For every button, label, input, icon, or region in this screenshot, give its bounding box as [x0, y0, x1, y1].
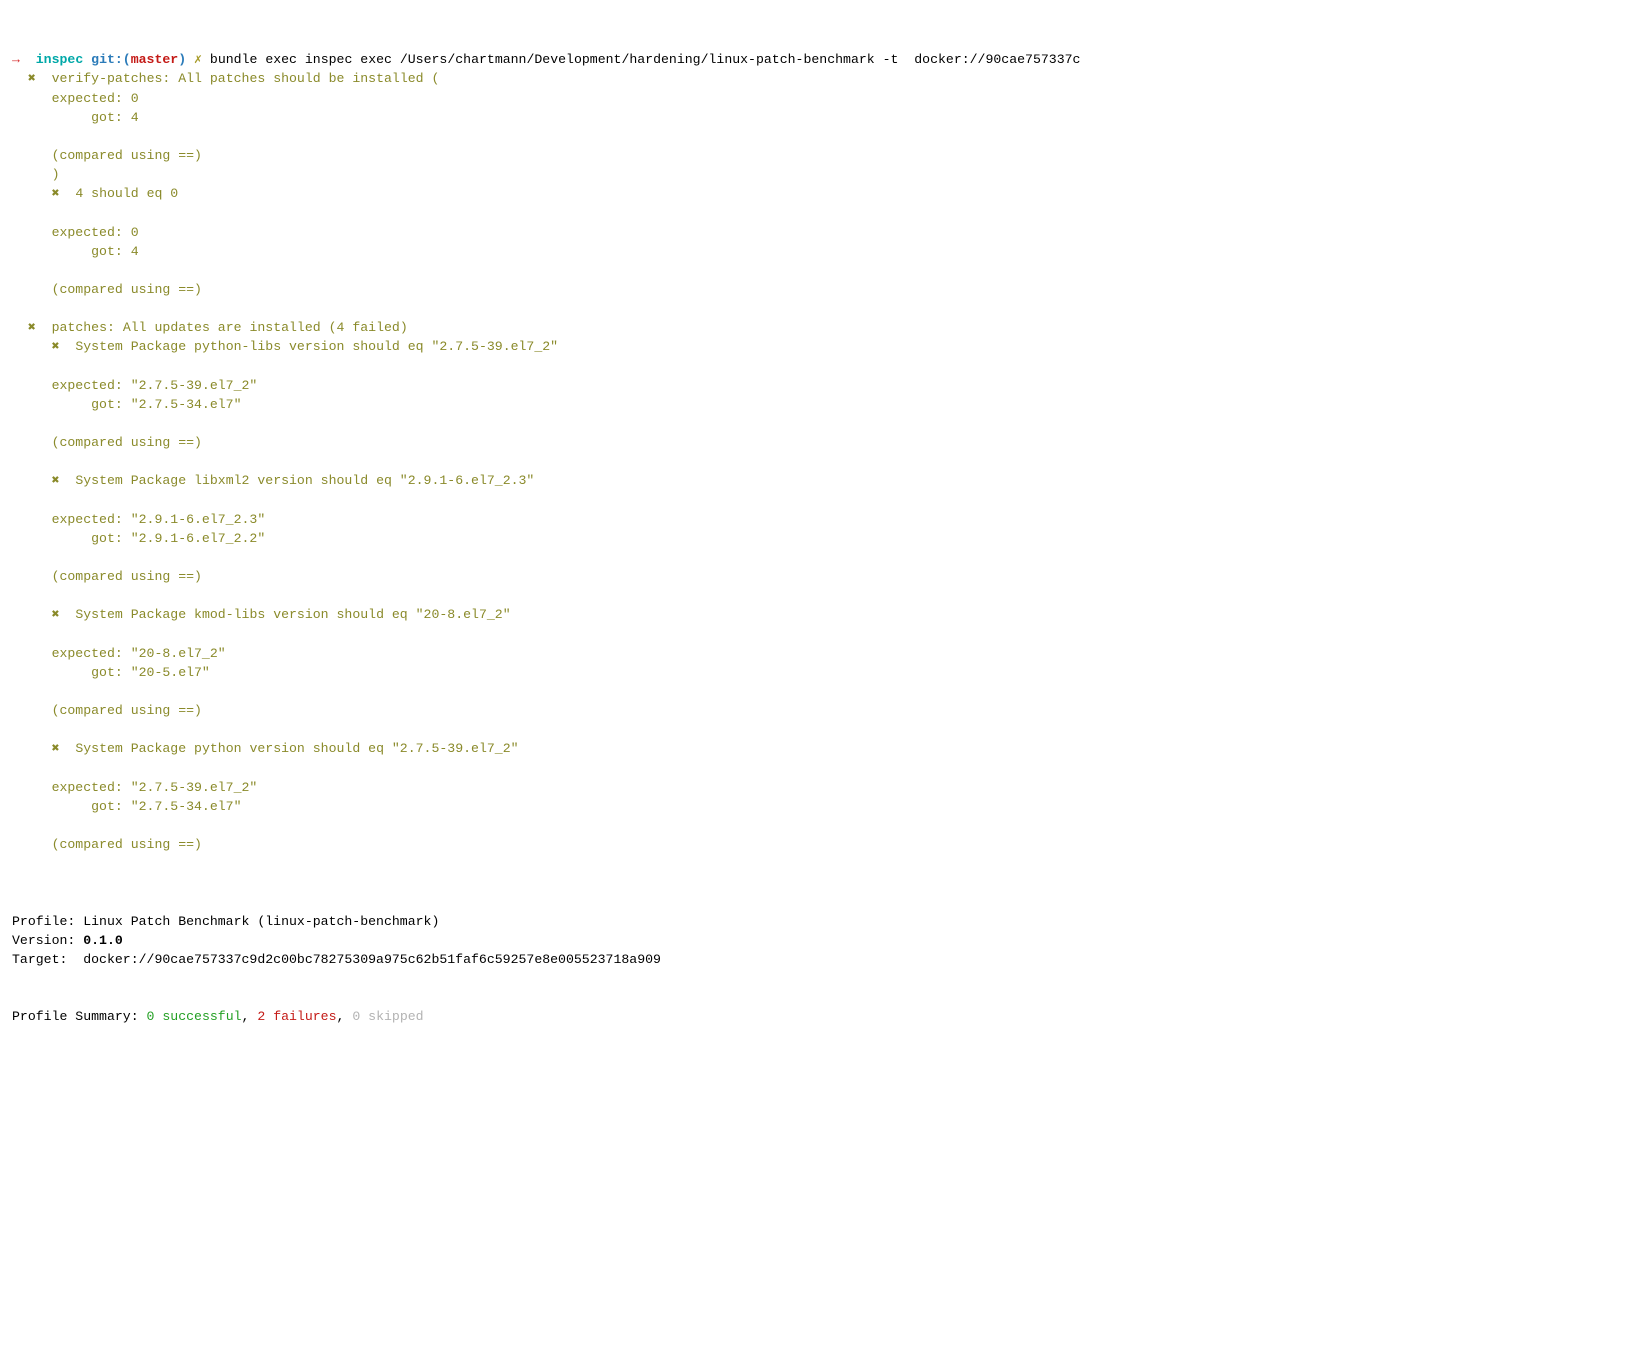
expected-line: expected: "2.7.5-39.el7_2" — [12, 780, 257, 795]
fail-bullet: ✖ — [12, 607, 75, 622]
terminal-output: → inspec git:(master) ✗ bundle exec insp… — [12, 50, 1640, 1026]
control-title: verify-patches: All patches should be in… — [52, 71, 440, 86]
summary-skip-word: skipped — [360, 1009, 423, 1024]
target-value: docker://90cae757337c9d2c00bc78275309a97… — [83, 952, 661, 967]
got-line: got: "20-5.el7" — [12, 665, 210, 680]
comma: , — [242, 1009, 258, 1024]
fail-bullet: ✖ — [12, 320, 52, 335]
got-line: got: "2.9.1-6.el7_2.2" — [12, 531, 265, 546]
fail-bullet: ✖ — [12, 339, 75, 354]
prompt-dirty: ✗ — [186, 52, 210, 67]
subtest-line: System Package python version should eq … — [75, 741, 518, 756]
expected-line: expected: 0 — [12, 225, 139, 240]
compared-line: (compared using ==) — [12, 569, 202, 584]
prompt-cwd: inspec — [36, 52, 83, 67]
fail-bullet: ✖ — [12, 473, 75, 488]
git-close: ) — [178, 52, 186, 67]
comma: , — [337, 1009, 353, 1024]
version-value: 0.1.0 — [83, 933, 123, 948]
profile-name: Linux Patch Benchmark (linux-patch-bench… — [83, 914, 439, 929]
summary-success-word: successful — [154, 1009, 241, 1024]
got-line: got: "2.7.5-34.el7" — [12, 397, 242, 412]
git-label: git:( — [91, 52, 131, 67]
expected-line: expected: "2.9.1-6.el7_2.3" — [12, 512, 265, 527]
compared-line: (compared using ==) — [12, 837, 202, 852]
fail-bullet: ✖ — [12, 741, 75, 756]
fail-bullet: ✖ — [12, 186, 75, 201]
compared-line: (compared using ==) — [12, 282, 202, 297]
subtest-line: System Package kmod-libs version should … — [75, 607, 510, 622]
summary-fail-word: failures — [265, 1009, 336, 1024]
subtest-title: 4 should eq 0 — [75, 186, 178, 201]
compared-line: (compared using ==) — [12, 435, 202, 450]
expected-line: expected: 0 — [12, 91, 139, 106]
prompt-arrow: → — [12, 52, 20, 67]
profile-label: Profile: — [12, 914, 83, 929]
compared-line: (compared using ==) — [12, 703, 202, 718]
expected-line: expected: "2.7.5-39.el7_2" — [12, 378, 257, 393]
subtest-line: System Package libxml2 version should eq… — [75, 473, 534, 488]
expected-line: expected: "20-8.el7_2" — [12, 646, 226, 661]
command-text: bundle exec inspec exec /Users/chartmann… — [210, 52, 1081, 67]
summary-prefix: Profile Summary: — [12, 1009, 147, 1024]
compared-line: (compared using ==) — [12, 148, 202, 163]
subtest-line: System Package python-libs version shoul… — [75, 339, 558, 354]
got-line: got: 4 — [12, 244, 139, 259]
git-branch: master — [131, 52, 178, 67]
got-line: got: "2.7.5-34.el7" — [12, 799, 242, 814]
close-paren: ) — [12, 167, 59, 182]
version-label: Version: — [12, 933, 83, 948]
fail-bullet: ✖ — [12, 71, 52, 86]
target-label: Target: — [12, 952, 83, 967]
got-line: got: 4 — [12, 110, 139, 125]
control-title: patches: All updates are installed (4 fa… — [52, 320, 408, 335]
